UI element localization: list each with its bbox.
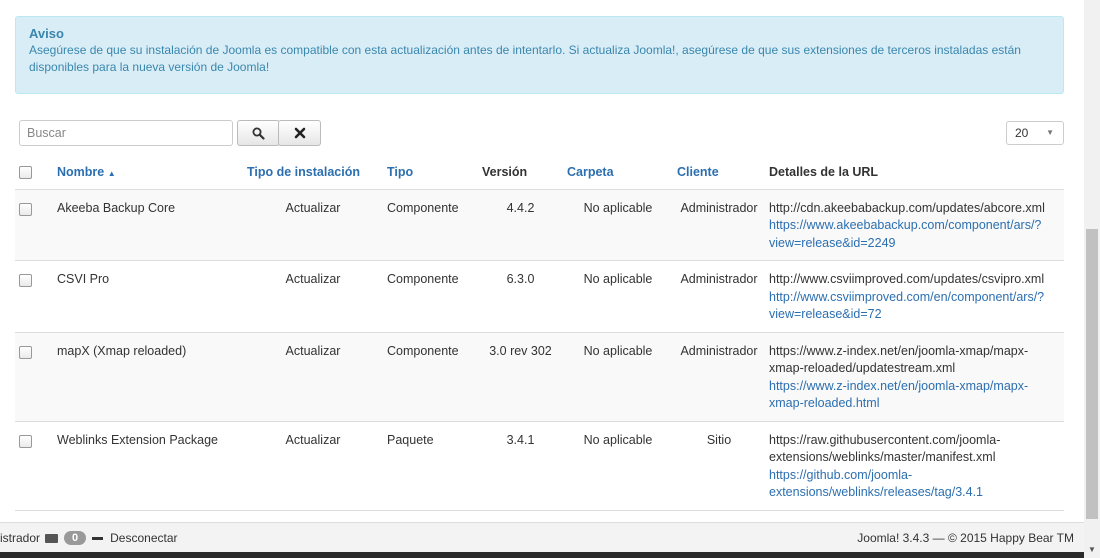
status-left: istrador 0 Desconectar (0, 531, 178, 545)
extension-type: Componente (383, 189, 478, 261)
alert-message: Asegúrese de que su instalación de Jooml… (29, 43, 1021, 74)
extension-type: Componente (383, 260, 478, 333)
sort-asc-icon: ▲ (107, 168, 116, 178)
scroll-down-arrow-icon[interactable]: ▼ (1088, 545, 1096, 554)
extension-client: Sitio (673, 421, 765, 511)
info-url-link[interactable]: https://www.akeebabackup.com/component/a… (769, 218, 1041, 250)
extension-version: 6.3.0 (478, 260, 563, 333)
table-row: Akeeba Backup Core Actualizar Componente… (15, 189, 1064, 261)
url-details: http://cdn.akeebabackup.com/updates/abco… (765, 189, 1064, 261)
logout-link[interactable]: Desconectar (110, 531, 177, 545)
extension-folder: No aplicable (563, 421, 673, 511)
extension-type: Paquete (383, 421, 478, 511)
install-type: Actualizar (243, 189, 383, 261)
extension-version: 3.0 rev 302 (478, 332, 563, 422)
updates-table: Nombre ▲ Tipo de instalación Tipo Versió… (15, 155, 1064, 511)
header-url-details: Detalles de la URL (765, 155, 1064, 190)
sort-type-link[interactable]: Tipo (387, 165, 413, 179)
extension-folder: No aplicable (563, 260, 673, 333)
install-type: Actualizar (243, 421, 383, 511)
main-content: Aviso Asegúrese de que su instalación de… (0, 0, 1084, 522)
row-checkbox[interactable] (19, 202, 32, 216)
search-input[interactable] (19, 120, 233, 146)
sort-name-link[interactable]: Nombre (57, 165, 104, 179)
extension-type: Componente (383, 332, 478, 422)
user-menu-link[interactable]: istrador (0, 531, 40, 545)
extension-name: CSVI Pro (53, 260, 243, 333)
header-name-label: Nombre (57, 164, 105, 179)
minus-icon (92, 536, 104, 540)
warning-alert: Aviso Asegúrese de que su instalación de… (15, 16, 1064, 94)
search-button[interactable] (237, 120, 280, 146)
extension-name: Akeeba Backup Core (53, 189, 243, 261)
extension-folder: No aplicable (563, 189, 673, 261)
scrollbar-thumb[interactable] (1086, 229, 1098, 519)
header-type[interactable]: Tipo (383, 155, 478, 190)
extension-folder: No aplicable (563, 332, 673, 422)
status-bar: istrador 0 Desconectar Joomla! 3.4.3 — ©… (0, 522, 1084, 552)
filter-bar: 20 ▼ (19, 120, 1064, 147)
header-folder[interactable]: Carpeta (563, 155, 673, 190)
table-row: CSVI Pro Actualizar Componente 6.3.0 No … (15, 260, 1064, 333)
install-type: Actualizar (243, 260, 383, 333)
taskbar-strip (0, 552, 1084, 558)
search-icon (252, 127, 265, 140)
info-url-link[interactable]: https://github.com/joomla-extensions/web… (769, 468, 983, 500)
close-icon (294, 127, 305, 139)
sort-client-link[interactable]: Cliente (677, 165, 719, 179)
extension-version: 4.4.2 (478, 189, 563, 261)
list-limit-value: 20 (1015, 126, 1029, 140)
row-checkbox[interactable] (19, 434, 32, 448)
check-all-checkbox[interactable] (19, 165, 32, 179)
list-limit-select[interactable]: 20 ▼ (1006, 121, 1064, 145)
header-name[interactable]: Nombre ▲ (53, 155, 243, 190)
clear-search-button[interactable] (278, 120, 321, 146)
alert-title: Aviso (29, 26, 64, 41)
envelope-icon[interactable] (45, 533, 59, 543)
extension-client: Administrador (673, 332, 765, 422)
caret-down-icon: ▼ (1046, 128, 1054, 137)
extension-client: Administrador (673, 260, 765, 333)
table-row: mapX (Xmap reloaded) Actualizar Componen… (15, 332, 1064, 422)
url-details: https://raw.githubusercontent.com/joomla… (765, 421, 1064, 511)
sort-install-type-link[interactable]: Tipo de instalación (247, 165, 360, 179)
header-version: Versión (478, 155, 563, 190)
url-details: http://www.csviimproved.com/updates/csvi… (765, 260, 1064, 333)
info-url-link[interactable]: http://www.csviimproved.com/en/component… (769, 290, 1044, 322)
header-checkbox-cell (15, 155, 53, 190)
info-url-link[interactable]: https://www.z-index.net/en/joomla-xmap/m… (769, 379, 1028, 411)
message-count-badge[interactable]: 0 (64, 531, 87, 545)
extension-name: mapX (Xmap reloaded) (53, 332, 243, 422)
header-client[interactable]: Cliente (673, 155, 765, 190)
row-checkbox[interactable] (19, 345, 32, 359)
row-checkbox[interactable] (19, 274, 32, 287)
extension-version: 3.4.1 (478, 421, 563, 511)
extension-name: Weblinks Extension Package (53, 421, 243, 511)
install-type: Actualizar (243, 332, 383, 422)
copyright-text: Joomla! 3.4.3 — © 2015 Happy Bear TM (857, 531, 1074, 545)
table-row: Weblinks Extension Package Actualizar Pa… (15, 421, 1064, 511)
page-scrollbar[interactable]: ▼ (1084, 0, 1100, 558)
table-header-row: Nombre ▲ Tipo de instalación Tipo Versió… (15, 155, 1064, 190)
extension-client: Administrador (673, 189, 765, 261)
sort-folder-link[interactable]: Carpeta (567, 165, 614, 179)
url-details: https://www.z-index.net/en/joomla-xmap/m… (765, 332, 1064, 422)
header-install-type[interactable]: Tipo de instalación (243, 155, 383, 190)
